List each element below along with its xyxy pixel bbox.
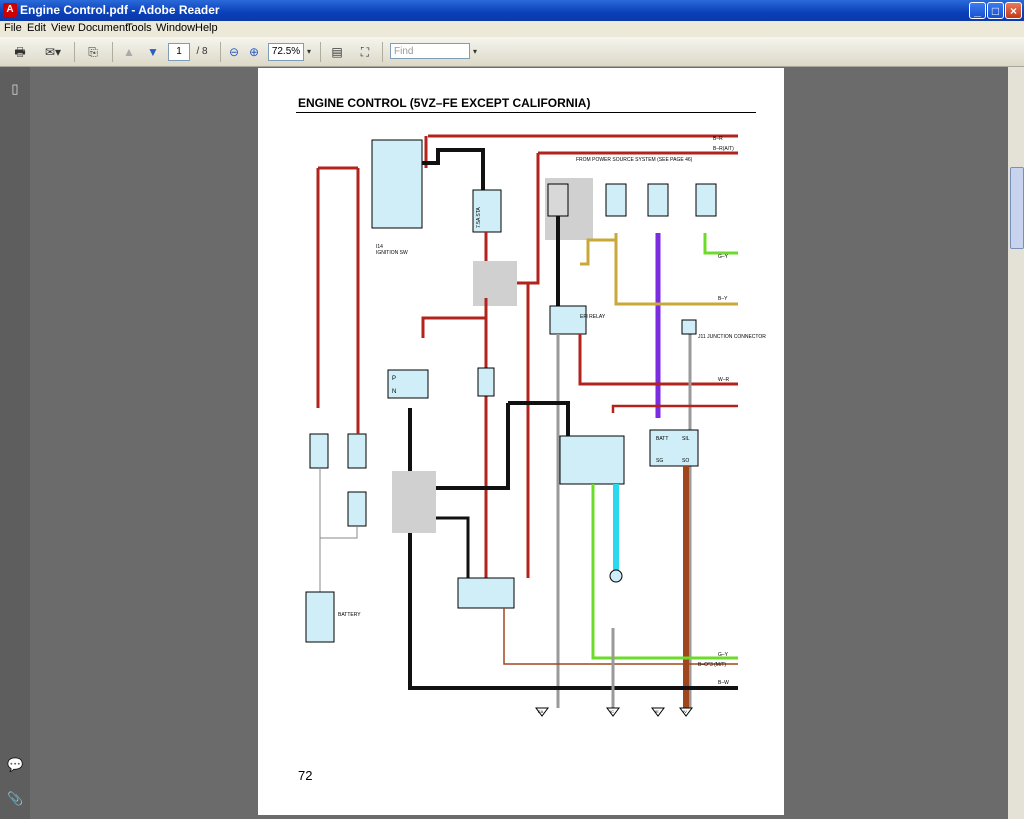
vertical-scrollbar[interactable] (1008, 67, 1024, 819)
wiring-diagram: I14 IGNITION SW 7.5A STA BATT SIL SG SO … (305, 134, 766, 717)
connector-block-left (392, 471, 436, 533)
circuit-opening-relay (559, 435, 625, 485)
find-input[interactable]: Find (390, 43, 470, 59)
menu-bar: File Edit View Document Tools Window Hel… (0, 21, 1024, 37)
pages-panel-icon[interactable]: ▯ (7, 81, 23, 97)
zoom-dropdown-icon[interactable]: ▾ (304, 43, 314, 61)
menu-help[interactable]: Help (195, 22, 218, 34)
maximize-button[interactable]: □ (987, 2, 1004, 19)
svg-text:IV: IV (683, 709, 687, 714)
toolbar: 🖶 ✉▾ ⎘ ▲ ▼ 1 / 8 ⊖ ⊕ 72.5% ▾ ▤ ⛶ Find ▾ (0, 37, 1024, 67)
page-number-input[interactable]: 1 (168, 43, 190, 61)
ignition-switch (371, 139, 423, 229)
pdf-page: ENGINE CONTROL (5VZ–FE EXCEPT CALIFORNIA… (258, 68, 784, 815)
toolbar-separator (112, 42, 113, 62)
battery (305, 591, 335, 643)
svg-text:N: N (392, 389, 396, 395)
fit-width-icon[interactable]: ⛶ (356, 43, 374, 61)
page-total: / 8 (196, 46, 208, 57)
email-icon[interactable]: ✉▾ (40, 43, 66, 61)
svg-text:B–W: B–W (718, 680, 729, 686)
clutch-start-cancel-sw (457, 577, 515, 609)
fuse-alt (347, 491, 367, 527)
zoom-out-icon[interactable]: ⊖ (226, 43, 242, 61)
title-bar: A Engine Control.pdf - Adobe Reader _ □ … (0, 0, 1024, 21)
window-title: Engine Control.pdf - Adobe Reader (20, 3, 220, 17)
ground-ea: EA (535, 707, 549, 717)
find-dropdown-icon[interactable]: ▾ (470, 43, 480, 61)
menu-document[interactable]: Document (78, 22, 128, 34)
navigation-pane: ▯ 💬 📎 (0, 67, 30, 819)
fuel-pump (609, 569, 623, 583)
svg-text:EA: EA (538, 709, 544, 714)
attachments-icon[interactable]: 📎 (7, 791, 23, 807)
print-icon[interactable]: 🖶 (10, 43, 30, 61)
pages-icon[interactable]: ⎘ (82, 43, 104, 61)
junction-j11 (681, 319, 697, 335)
page-number: 72 (298, 768, 313, 783)
toolbar-separator (220, 42, 221, 62)
toolbar-separator (74, 42, 75, 62)
fuse-ign (547, 183, 569, 217)
svg-text:IC: IC (610, 709, 614, 714)
zoom-input[interactable]: 72.5% (268, 43, 304, 61)
close-button[interactable]: × (1005, 2, 1022, 19)
svg-text:W–R: W–R (718, 377, 730, 383)
efi-relay (549, 305, 587, 335)
svg-text:SIL: SIL (682, 436, 690, 442)
svg-text:7.5A STA: 7.5A STA (476, 207, 482, 228)
fuse-am2 (309, 433, 329, 469)
ground-ic: IC (606, 707, 620, 717)
comments-icon[interactable]: 💬 (7, 757, 23, 773)
svg-text:B–O*3 (M/T): B–O*3 (M/T) (698, 662, 726, 668)
zoom-in-icon[interactable]: ⊕ (246, 43, 262, 61)
menu-view[interactable]: View (51, 22, 75, 34)
menu-tools[interactable]: Tools (126, 22, 152, 34)
svg-text:J11 JUNCTION CONNECTOR: J11 JUNCTION CONNECTOR (698, 334, 766, 340)
fuse-stop (695, 183, 717, 217)
scrollbar-thumb[interactable] (1010, 167, 1024, 249)
adobe-reader-icon: A (3, 3, 17, 17)
menu-file[interactable]: File (4, 22, 22, 34)
svg-text:BATT: BATT (656, 436, 668, 442)
svg-text:G–Y: G–Y (718, 254, 729, 260)
menu-window[interactable]: Window (156, 22, 195, 34)
fit-page-icon[interactable]: ▤ (328, 43, 346, 61)
fuse-efi (605, 183, 627, 217)
svg-text:SG: SG (656, 458, 663, 464)
toolbar-separator (382, 42, 383, 62)
svg-text:IGNITION SW: IGNITION SW (376, 250, 408, 256)
svg-text:IE: IE (655, 709, 659, 714)
svg-text:BATTERY: BATTERY (338, 612, 361, 618)
svg-text:G–Y: G–Y (718, 652, 729, 658)
previous-page-icon[interactable]: ▲ (120, 43, 138, 61)
clutch-start-sw (477, 367, 495, 397)
toolbar-separator (320, 42, 321, 62)
minimize-button[interactable]: _ (969, 2, 986, 19)
svg-text:B–R: B–R (713, 136, 723, 142)
next-page-icon[interactable]: ▼ (144, 43, 162, 61)
fuse-obd (647, 183, 669, 217)
connector-block (473, 261, 517, 306)
svg-text:P: P (392, 376, 396, 382)
ground-iv: IV (679, 707, 693, 717)
fuse-am1 (347, 433, 367, 469)
svg-text:SO: SO (682, 458, 689, 464)
svg-text:B–Y: B–Y (718, 296, 728, 302)
ground-ie: IE (651, 707, 665, 717)
svg-text:B–R(A/T): B–R(A/T) (713, 146, 734, 152)
power-source-label: FROM POWER SOURCE SYSTEM (SEE PAGE 46) (576, 157, 693, 163)
menu-edit[interactable]: Edit (27, 22, 46, 34)
svg-text:EFI RELAY: EFI RELAY (580, 314, 606, 320)
